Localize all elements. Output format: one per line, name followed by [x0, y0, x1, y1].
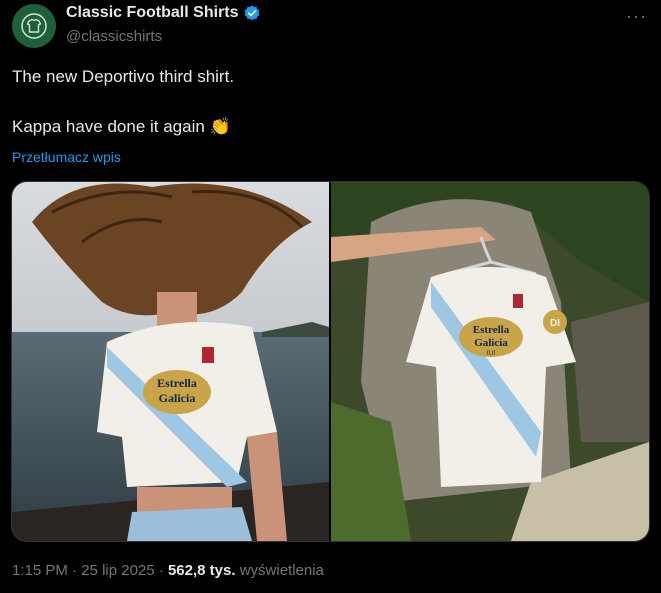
sponsor-text-left-2: Galicia: [159, 391, 196, 405]
tweet-line-2: Kappa have done it again 👏: [12, 117, 231, 136]
media-grid: Estrella Galicia Estrella Galicia 0,0 DI: [11, 181, 650, 542]
tweet-line-1: The new Deportivo third shirt.: [12, 67, 235, 86]
views-count: 562,8 tys.: [167, 562, 236, 579]
author-display-name[interactable]: Classic Football Shirts: [66, 4, 238, 22]
tweet-time[interactable]: 1:15 PM: [12, 562, 68, 579]
verified-badge-icon: [245, 5, 260, 21]
tweet-text: The new Deportivo third shirt. Kappa hav…: [12, 64, 642, 139]
translate-link[interactable]: Przetłumacz wpis: [12, 149, 121, 165]
tweet-date[interactable]: 25 lip 2025: [81, 562, 154, 579]
shirt-logo-icon: [21, 13, 47, 39]
sponsor-text-left-1: Estrella: [157, 376, 197, 390]
photo-model-wearing-shirt[interactable]: Estrella Galicia: [12, 182, 329, 541]
more-options-icon[interactable]: ···: [626, 6, 647, 27]
tweet-meta: 1:15 PM · 25 lip 2025 · 562,8 tys. wyświ…: [12, 562, 324, 579]
sponsor-sub-right: 0,0: [487, 349, 496, 357]
views-label: wyświetlenia: [239, 562, 324, 579]
photo-shirt-on-hanger[interactable]: Estrella Galicia 0,0 DI: [331, 182, 649, 541]
meta-separator: ·: [158, 562, 168, 579]
sponsor-text-right-2: Galicia: [474, 337, 508, 349]
author-handle[interactable]: @classicshirts: [66, 28, 162, 45]
side-text-right: DI: [550, 318, 560, 329]
meta-separator: ·: [72, 562, 82, 579]
sponsor-text-right-1: Estrella: [473, 324, 510, 336]
avatar[interactable]: [12, 4, 56, 48]
